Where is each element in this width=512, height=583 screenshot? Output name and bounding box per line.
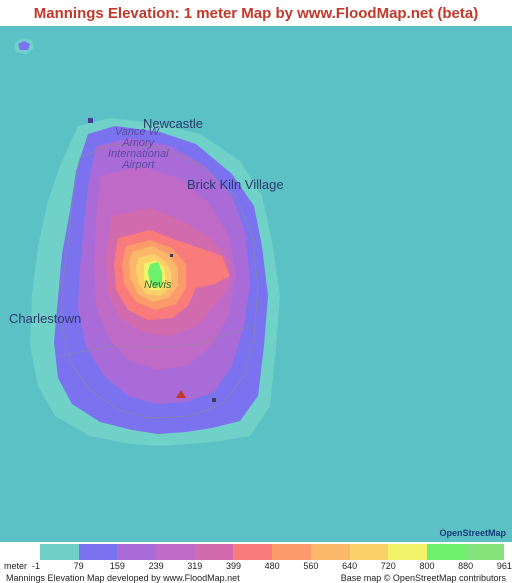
legend-ticks: meter -1 79 159 239 319 399 480 560 640 720 800 880… (0, 561, 512, 573)
legend-swatch (388, 544, 427, 560)
legend-tick-label: 399 (225, 561, 242, 571)
legend-tick-label: 720 (380, 561, 396, 571)
legend-swatch (78, 544, 118, 560)
legend-tick-label: 880 (458, 561, 474, 571)
legend-swatch (310, 544, 350, 560)
legend-tick-label: 159 (109, 561, 125, 571)
legend-tick-label: 239 (148, 561, 164, 571)
location-marker (212, 398, 216, 402)
legend-swatch (194, 544, 234, 560)
label-brick-kiln: Brick Kiln Village (187, 177, 284, 192)
legend-swatch (156, 544, 195, 560)
summit-marker (170, 254, 173, 257)
legend-swatch (233, 544, 273, 560)
legend-tick-label: 79 (73, 561, 84, 571)
legend-tick-label: -1 (31, 561, 41, 571)
label-charlestown: Charlestown (9, 311, 82, 326)
map-title: Mannings Elevation: 1 meter Map by www.F… (33, 4, 479, 22)
map-canvas[interactable]: Newcastle Vance W. Amory International A… (0, 26, 512, 542)
label-nevis: Nevis (144, 279, 172, 291)
label-airport: Vance W. Amory International Airport (108, 127, 169, 171)
legend: meter -1 79 159 239 319 399 480 560 640 720 800 880… (0, 542, 512, 583)
legend-tick-label: 961 (496, 561, 512, 571)
title-bar: Mannings Elevation: 1 meter Map by www.F… (0, 0, 512, 26)
airport-line-4: Airport (122, 159, 155, 171)
legend-swatch (117, 544, 157, 560)
legend-swatch (465, 544, 505, 560)
legend-swatch (426, 544, 466, 560)
elevation-map-svg (14, 38, 280, 446)
legend-swatches (40, 544, 505, 560)
legend-swatch (349, 544, 389, 560)
legend-tick-label: 319 (187, 561, 203, 571)
legend-tick-label: 560 (303, 561, 319, 571)
airport-runway (88, 118, 93, 123)
legend-tick-label: 800 (419, 561, 435, 571)
osm-logo: OpenStreetMap (439, 528, 506, 538)
legend-tick-label: 480 (264, 561, 280, 571)
legend-unit: meter (4, 561, 28, 571)
legend-tick-label: 640 (342, 561, 358, 571)
legend-swatch (40, 544, 79, 560)
legend-swatch (272, 544, 311, 560)
